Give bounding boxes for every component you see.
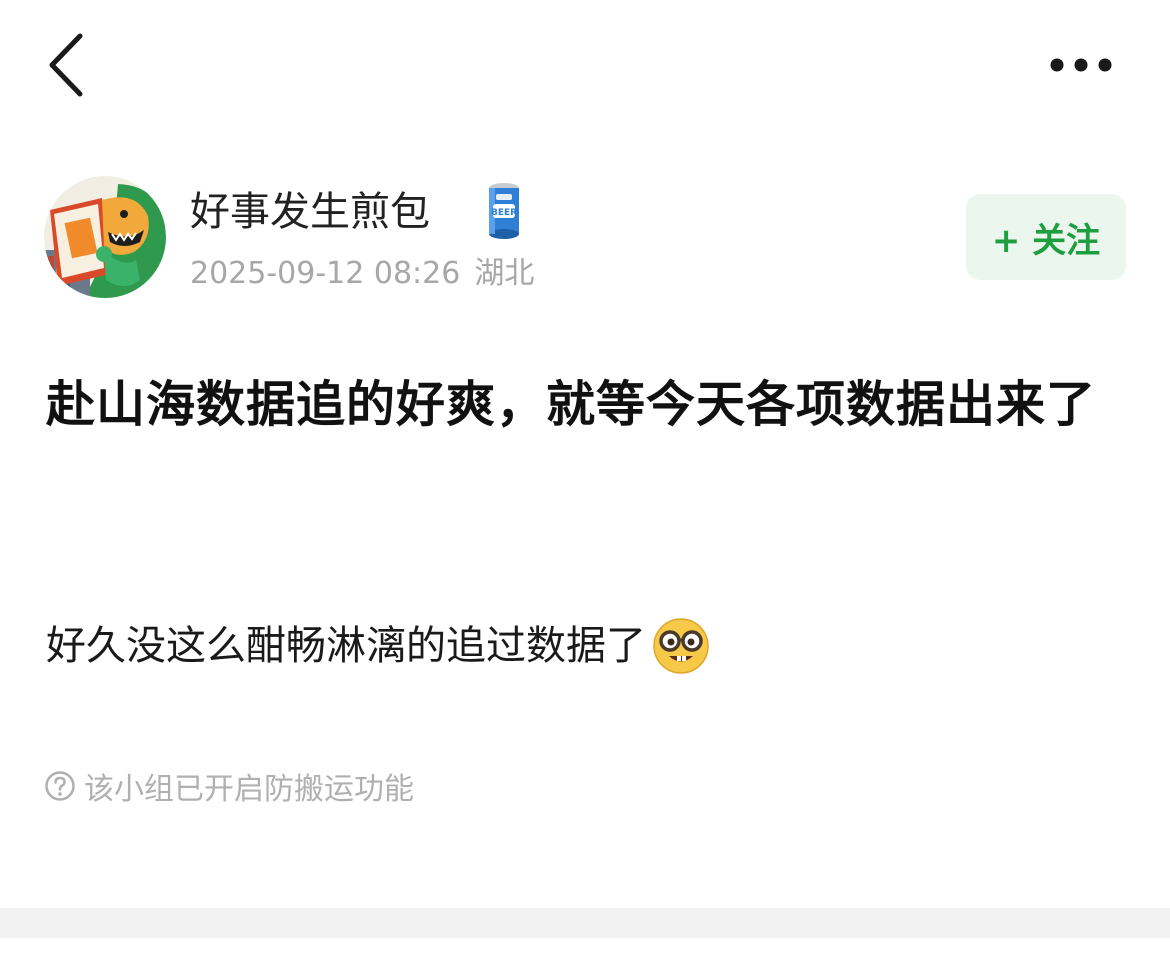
svg-text:BEER: BEER [491,208,517,218]
question-circle-icon[interactable] [44,770,76,802]
avatar-image [44,176,166,298]
post-title: 赴山海数据追的好爽，就等今天各项数据出来了 [46,376,1097,433]
post-meta: 2025-09-12 08:26 湖北 [190,254,534,294]
more-options-button[interactable] [1036,40,1126,90]
author-row: 好事发生煎包 BEER 2025-09-12 08:26 湖北 + 关注 [44,176,1126,300]
top-bar [0,0,1170,130]
post-body: 好久没这么酣畅淋漓的追过数据了 [46,614,1136,678]
follow-button[interactable]: + 关注 [966,194,1126,280]
section-divider [0,908,1170,938]
back-button[interactable] [30,22,102,108]
chevron-left-icon [49,33,83,97]
beer-can-icon: BEER [489,183,519,239]
anti-repost-notice: 该小组已开启防搬运功能 [44,764,414,808]
post-date: 2025-09-12 08:26 [190,256,461,291]
post-location: 湖北 [474,256,535,291]
notice-text: 该小组已开启防搬运功能 [84,772,414,807]
more-horizontal-icon [1050,58,1112,72]
nerd-face-icon [653,618,709,674]
avatar[interactable] [44,176,166,298]
author-name[interactable]: 好事发生煎包 [190,188,430,236]
post-body-text: 好久没这么酣畅淋漓的追过数据了 [46,623,646,669]
